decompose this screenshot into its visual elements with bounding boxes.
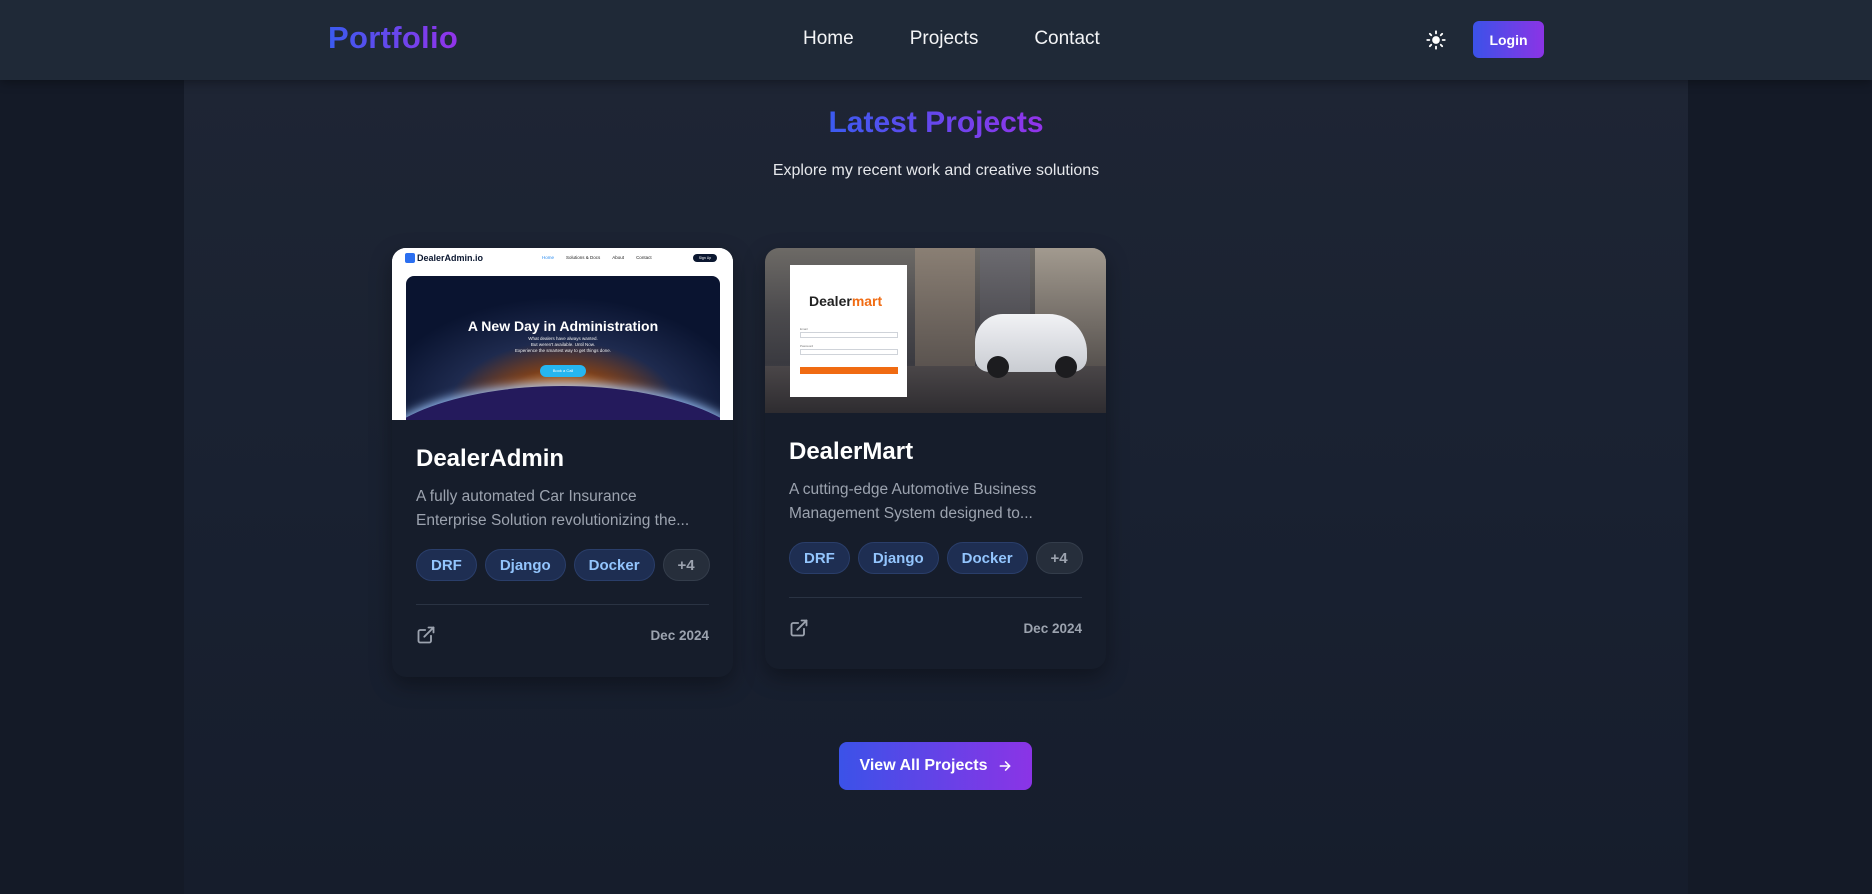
card-footer: Dec 2024 bbox=[416, 625, 709, 645]
external-link-icon[interactable] bbox=[416, 625, 436, 645]
thumbnail-hero-sub: What dealers have always wanted. But wer… bbox=[514, 336, 612, 353]
project-date: Dec 2024 bbox=[650, 627, 709, 643]
project-card-dealermart[interactable]: Dealermart Email Password DealerMart A c… bbox=[765, 248, 1106, 669]
brand-logo[interactable]: Portfolio bbox=[328, 20, 458, 56]
project-description: A cutting-edge Automotive Business Manag… bbox=[789, 481, 1037, 522]
sun-icon bbox=[1426, 30, 1446, 50]
project-card-dealeradmin[interactable]: DealerAdmin.io Home Solutions & Docs Abo… bbox=[392, 248, 733, 677]
view-all-label: View All Projects bbox=[859, 757, 988, 774]
divider bbox=[416, 604, 709, 605]
project-title: DealerAdmin bbox=[416, 445, 565, 472]
tag: Django bbox=[484, 549, 566, 581]
thumbnail-logo: DealerAdmin.io bbox=[405, 253, 483, 263]
thumbnail-hero-title: A New Day in Administration bbox=[467, 318, 659, 334]
thumbnail-cta: Sign Up bbox=[693, 254, 717, 262]
login-button[interactable]: Login bbox=[1473, 21, 1544, 58]
card-footer: Dec 2024 bbox=[789, 618, 1082, 638]
tag-more[interactable]: +4 bbox=[1035, 542, 1083, 574]
tag: DRF bbox=[416, 549, 477, 581]
card-body: DealerMart A cutting-edge Automotive Bus… bbox=[789, 438, 1083, 638]
card-body: DealerAdmin A fully automated Car Insura… bbox=[416, 445, 710, 645]
tag: Docker bbox=[573, 549, 655, 581]
nav-link-contact[interactable]: Contact bbox=[1034, 28, 1099, 50]
project-thumbnail: DealerAdmin.io Home Solutions & Docs Abo… bbox=[392, 248, 733, 420]
section-subtitle: Explore my recent work and creative solu… bbox=[772, 162, 1100, 179]
nav-link-home[interactable]: Home bbox=[803, 28, 854, 50]
tag-list: DRF Django Docker +4 bbox=[789, 542, 1083, 574]
thumbnail-login-panel: Dealermart Email Password bbox=[790, 265, 907, 397]
tag-more[interactable]: +4 bbox=[662, 549, 710, 581]
thumbnail-hero: A New Day in Administration What dealers… bbox=[406, 276, 720, 420]
thumbnail-nav: Home Solutions & Docs About Contact bbox=[542, 255, 652, 260]
nav-links: Home Projects Contact bbox=[803, 28, 1156, 50]
project-thumbnail: Dealermart Email Password bbox=[765, 248, 1106, 413]
navbar: Portfolio Home Projects Contact Login bbox=[0, 0, 1872, 80]
project-title: DealerMart bbox=[789, 438, 914, 465]
arrow-right-icon bbox=[999, 761, 1010, 771]
tag: DRF bbox=[789, 542, 850, 574]
thumbnail-hero-button: Book a Call bbox=[540, 365, 586, 377]
project-date: Dec 2024 bbox=[1023, 620, 1082, 636]
tag: Django bbox=[857, 542, 939, 574]
divider bbox=[789, 597, 1082, 598]
project-description: A fully automated Car Insurance Enterpri… bbox=[416, 488, 690, 529]
tag: Docker bbox=[946, 542, 1028, 574]
section-title: Latest Projects bbox=[828, 106, 1044, 139]
thumbnail-logo: Dealermart bbox=[809, 293, 883, 309]
tag-list: DRF Django Docker +4 bbox=[416, 549, 710, 581]
external-link-icon[interactable] bbox=[789, 618, 809, 638]
nav-link-projects[interactable]: Projects bbox=[910, 28, 979, 50]
view-all-projects-button[interactable]: View All Projects bbox=[839, 742, 1032, 790]
theme-toggle-button[interactable] bbox=[1421, 27, 1451, 53]
